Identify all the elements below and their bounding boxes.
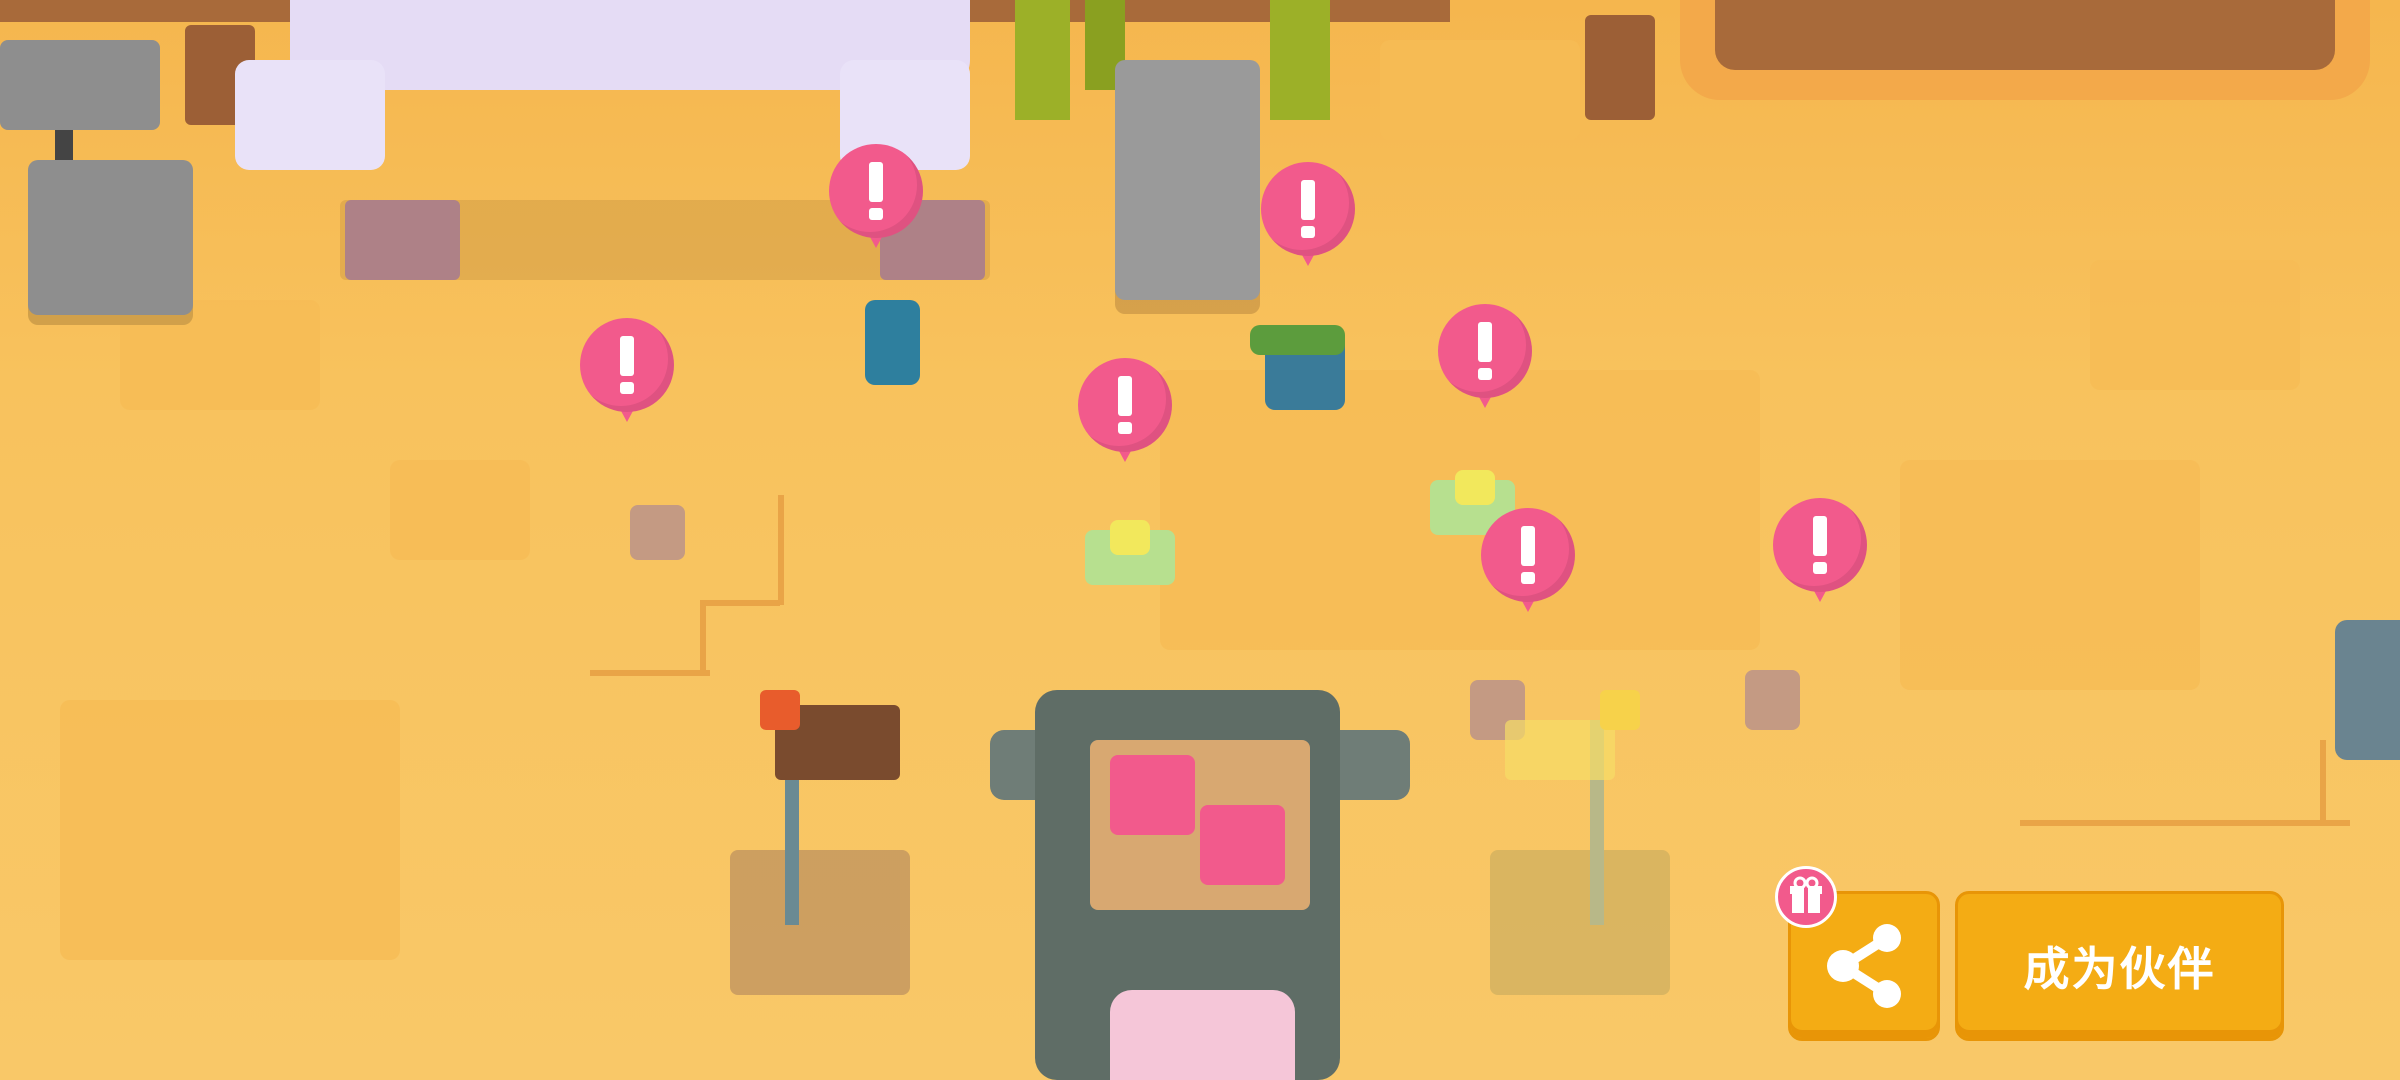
pokemon-diglett: [630, 505, 685, 560]
lavender-arch-left: [235, 60, 385, 170]
quest-marker[interactable]: [829, 144, 923, 254]
flag-banner: [1505, 720, 1615, 780]
flag-top: [1600, 690, 1640, 730]
ground-tile: [120, 300, 320, 410]
pink-block: [1200, 805, 1285, 885]
path-line: [2020, 820, 2350, 826]
become-partner-button[interactable]: 成为伙伴: [1955, 891, 2284, 1041]
gift-icon: [1775, 866, 1837, 928]
stone-totem: [1115, 60, 1260, 300]
pokemon-bellsprout-head: [1455, 470, 1495, 505]
path-line: [590, 670, 710, 676]
cactus: [1270, 0, 1330, 120]
gray-block-edge: [2335, 620, 2400, 760]
dirt-pit: [1715, 0, 2335, 70]
pink-block: [1110, 755, 1195, 835]
quest-marker[interactable]: [1438, 304, 1532, 414]
flag-base: [730, 850, 910, 995]
path-line: [2320, 740, 2326, 826]
quest-marker[interactable]: [1773, 498, 1867, 608]
pokemon-diglett: [1745, 670, 1800, 730]
cactus: [1015, 0, 1070, 120]
stone-statue-head: [0, 40, 160, 130]
ground-tile: [2090, 260, 2300, 390]
flag-top: [760, 690, 800, 730]
quest-marker[interactable]: [580, 318, 674, 428]
quest-marker[interactable]: [1261, 162, 1355, 272]
ground-tile: [1380, 40, 1580, 140]
pokemon-cyndaquil: [865, 300, 920, 385]
path-line: [700, 600, 780, 606]
stone-block: [28, 160, 193, 315]
pink-character-head: [1110, 990, 1295, 1080]
path-line: [778, 495, 784, 605]
pokemon-oddish-leaves: [1250, 325, 1345, 355]
ground-tile: [60, 700, 400, 960]
dirt-strip: [0, 0, 300, 22]
rock-stump: [1585, 15, 1655, 120]
path-line: [700, 600, 706, 676]
become-partner-label: 成为伙伴: [2023, 942, 2216, 996]
pokemon-bellsprout-head: [1110, 520, 1150, 555]
flag-base: [1490, 850, 1670, 995]
ground-tile: [1900, 460, 2200, 690]
ground-tile: [390, 460, 530, 560]
quest-marker[interactable]: [1481, 508, 1575, 618]
quest-marker[interactable]: [1078, 358, 1172, 468]
